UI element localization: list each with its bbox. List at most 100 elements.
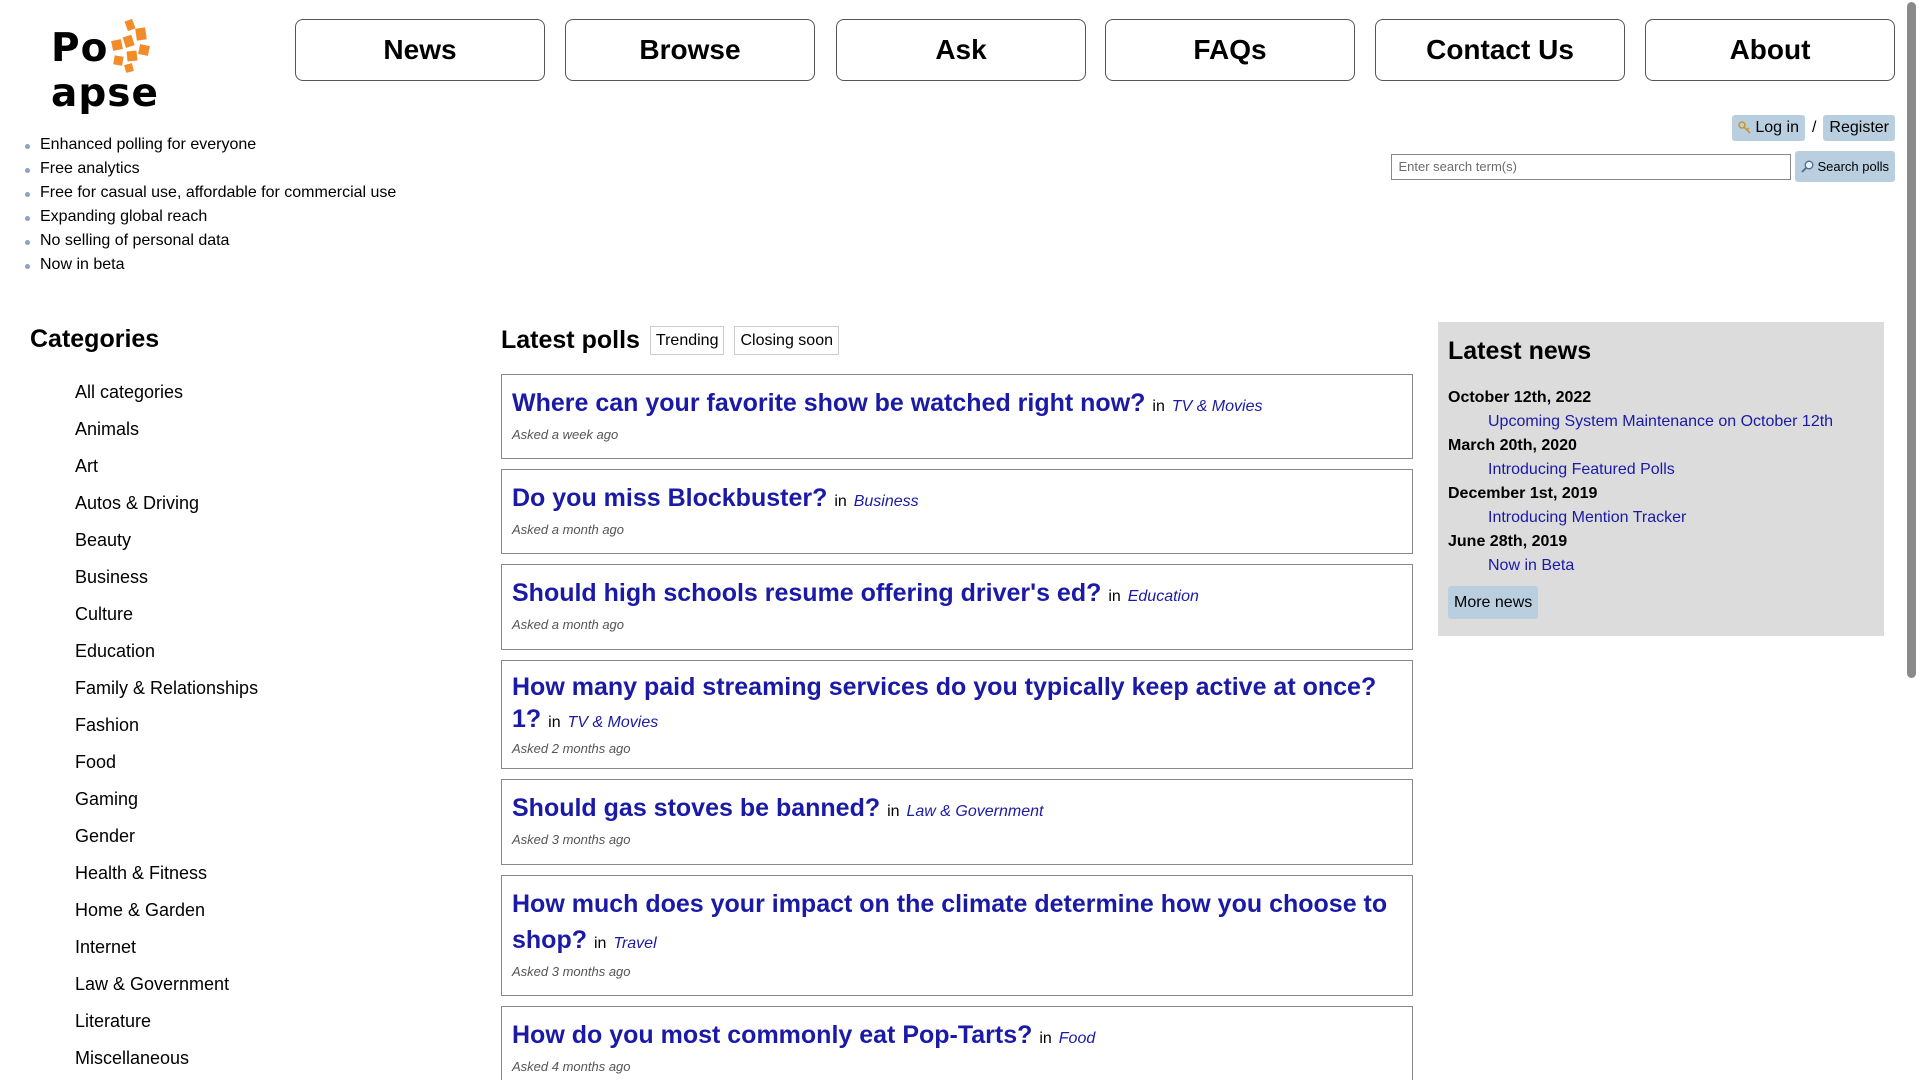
feature-item: No selling of personal data [24,229,396,253]
category-link[interactable]: Culture [75,599,258,636]
feature-item: Enhanced polling for everyone [24,133,396,157]
magnifier-icon [1801,160,1814,173]
news-date: October 12th, 2022 [1448,389,1592,406]
scrollbar-thumb[interactable] [1907,2,1916,678]
news-date: December 1st, 2019 [1448,485,1598,502]
login-button[interactable]: Log in [1732,115,1805,141]
nav-faqs-button[interactable]: FAQs [1105,19,1355,81]
categories-title: Categories [30,325,160,353]
poll-question-link[interactable]: Where can your favorite show be watched … [512,389,1145,417]
category-link[interactable]: Internet [75,932,258,969]
search-polls-label: Search polls [1817,159,1889,174]
news-item-link[interactable]: Now in Beta [1448,554,1874,578]
latest-news-title: Latest news [1448,337,1592,365]
poll-category-link[interactable]: Travel [613,935,656,952]
tab-trending[interactable]: Trending [649,326,725,355]
category-link[interactable]: Food [75,747,258,784]
category-link[interactable]: Gender [75,821,258,858]
nav-contact-us-button[interactable]: Contact Us [1375,19,1625,81]
poll-card: How many paid streaming services do you … [501,660,1413,769]
category-link[interactable]: Health & Fitness [75,858,258,895]
poll-card: How much does your impact on the climate… [501,875,1413,996]
search-polls-button[interactable]: Search polls [1795,151,1895,182]
poll-card: How do you most commonly eat Pop-Tarts? … [501,1006,1413,1080]
category-link[interactable]: All categories [75,377,258,414]
category-link[interactable]: Business [75,562,258,599]
login-label: Log in [1755,119,1799,136]
search-bar: Search polls [1391,151,1895,182]
search-input[interactable] [1391,153,1792,180]
poll-category-link[interactable]: Business [854,493,919,510]
category-link[interactable]: Literature [75,1006,258,1043]
nav-browse-button[interactable]: Browse [565,19,815,81]
nav-ask-button[interactable]: Ask [836,19,1086,81]
main-nav: News Browse Ask FAQs Contact Us About [295,19,1895,81]
poll-question-link[interactable]: How do you most commonly eat Pop-Tarts? [512,1021,1032,1049]
nav-news-button[interactable]: News [295,19,545,81]
poll-in-label: in [548,714,561,731]
poll-asked-time: Asked 4 months ago [512,1059,631,1074]
category-link[interactable]: Autos & Driving [75,488,258,525]
categories-list: All categories Animals Art Autos & Drivi… [75,377,258,1080]
poll-card: Where can your favorite show be watched … [501,374,1413,459]
latest-news-panel: Latest news October 12th, 2022 Upcoming … [1438,322,1884,636]
account-separator: / [1811,119,1817,136]
news-date: June 28th, 2019 [1448,533,1568,550]
poll-in-label: in [593,935,607,952]
poll-category-link[interactable]: TV & Movies [1172,398,1263,415]
poll-card: Should high schools resume offering driv… [501,564,1413,650]
feature-item: Expanding global reach [24,205,396,229]
news-item-link[interactable]: Introducing Featured Polls [1448,458,1874,482]
poll-asked-time: Asked 3 months ago [512,964,631,979]
feature-item: Now in beta [24,253,396,277]
poll-asked-time: Asked 3 months ago [512,832,631,847]
logo-text-right: apse [51,71,159,116]
poll-in-label: in [1039,1030,1052,1047]
poll-in-label: in [1152,398,1165,415]
poll-question-link[interactable]: Do you miss Blockbuster? [512,484,827,512]
account-links: Log in / Register [1732,115,1895,141]
poll-in-label: in [887,803,900,820]
more-news-button[interactable]: More news [1448,586,1539,619]
category-link[interactable]: Fashion [75,710,258,747]
poll-asked-time: Asked a month ago [512,522,625,537]
poll-in-label: in [1108,588,1121,605]
category-link[interactable]: Education [75,636,258,673]
category-link[interactable]: Beauty [75,525,258,562]
poll-category-link[interactable]: Education [1128,588,1199,605]
site-logo[interactable]: Poapse [51,18,236,116]
poll-in-label: in [834,493,847,510]
tab-closing-soon[interactable]: Closing soon [734,326,839,355]
category-link[interactable]: Gaming [75,784,258,821]
poll-asked-time: Asked 2 months ago [512,741,631,756]
category-link[interactable]: Law & Government [75,969,258,1006]
latest-polls-title: Latest polls [501,326,640,354]
poll-question-link[interactable]: Should gas stoves be banned? [512,794,880,822]
poll-category-link[interactable]: Law & Government [906,803,1043,820]
poll-card: Do you miss Blockbuster? in Business Ask… [501,469,1413,554]
latest-polls-header: Latest polls Trending Closing soon [501,326,839,355]
poll-card: Should gas stoves be banned? in Law & Go… [501,779,1413,865]
news-item-link[interactable]: Introducing Mention Tracker [1448,506,1874,530]
feature-item: Free analytics [24,157,396,181]
category-link[interactable]: Miscellaneous [75,1043,258,1080]
poll-asked-time: Asked a month ago [512,617,625,632]
feature-item: Free for casual use, affordable for comm… [24,181,396,205]
news-date: March 20th, 2020 [1448,437,1577,454]
poll-asked-time: Asked a week ago [512,427,619,442]
page-scrollbar[interactable] [1903,0,1920,1080]
poll-category-link[interactable]: Food [1059,1030,1095,1047]
feature-list: Enhanced polling for everyone Free analy… [24,133,396,277]
synapse-logo-icon [111,18,150,73]
nav-about-button[interactable]: About [1645,19,1895,81]
category-link[interactable]: Family & Relationships [75,673,258,710]
category-link[interactable]: Animals [75,414,258,451]
logo-text-left: Po [51,26,109,71]
category-link[interactable]: Home & Garden [75,895,258,932]
poll-question-link[interactable]: Should high schools resume offering driv… [512,579,1101,607]
news-item-link[interactable]: Upcoming System Maintenance on October 1… [1448,410,1874,434]
category-link[interactable]: Art [75,451,258,488]
register-button[interactable]: Register [1823,115,1895,141]
key-icon [1738,121,1751,134]
poll-category-link[interactable]: TV & Movies [568,714,659,731]
